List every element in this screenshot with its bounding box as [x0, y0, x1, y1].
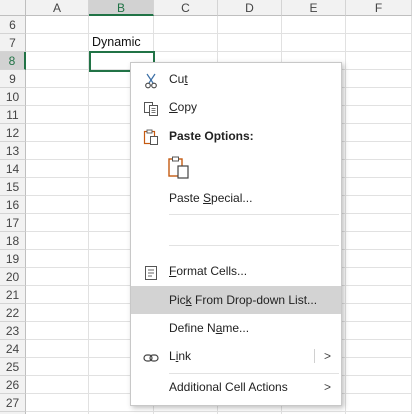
select-all-corner[interactable] [0, 0, 26, 16]
paste-icon [167, 155, 191, 182]
row-header-18[interactable]: 18 [0, 232, 26, 250]
paste-option-keep-source[interactable] [167, 155, 191, 179]
row-header-7[interactable]: 7 [0, 34, 26, 52]
paste-options-header: Paste Options: [169, 129, 254, 143]
column-header-a[interactable]: A [26, 0, 89, 16]
column-header-f[interactable]: F [346, 0, 412, 16]
row-header-27[interactable]: 27 [0, 394, 26, 412]
chevron-right-icon: > [323, 349, 331, 363]
row-header-19[interactable]: 19 [0, 250, 26, 268]
row-header-6[interactable]: 6 [0, 16, 26, 34]
menu-item-paste-special-label: Paste Special... [169, 191, 253, 205]
menu-divider [169, 214, 339, 215]
menu-item-cut-label: Cut [169, 72, 188, 86]
column-header-e[interactable]: E [282, 0, 346, 16]
row-header-24[interactable]: 24 [0, 340, 26, 358]
menu-item-define-name-label: Define Name... [169, 321, 250, 335]
chevron-right-icon: > [323, 380, 331, 394]
menu-item-define-name[interactable]: Define Name... [131, 314, 341, 342]
row-header-22[interactable]: 22 [0, 304, 26, 322]
submenu-separator [314, 349, 315, 363]
row-header-15[interactable]: 15 [0, 178, 26, 196]
scissors-icon [143, 71, 159, 89]
menu-item-additional-cell-actions-label: Additional Cell Actions [169, 380, 288, 394]
menu-item-cut[interactable]: Cut [131, 65, 341, 93]
link-icon [143, 348, 159, 364]
menu-item-format-cells-label: Format Cells... [169, 264, 248, 278]
row-header-14[interactable]: 14 [0, 160, 26, 178]
clipboard-icon [143, 129, 159, 145]
menu-item-copy[interactable]: Copy [131, 93, 341, 121]
menu-item-additional-cell-actions[interactable]: Additional Cell Actions > [131, 373, 341, 401]
menu-item-link[interactable]: Link > [131, 342, 341, 370]
format-cells-icon [143, 263, 159, 280]
column-header-d[interactable]: D [218, 0, 282, 16]
menu-item-pick-from-list-label: Pick From Drop-down List... [169, 293, 318, 307]
row-header-20[interactable]: 20 [0, 268, 26, 286]
context-menu: Cut Copy Paste Options: Paste Special...… [130, 62, 342, 406]
row-header-26[interactable]: 26 [0, 376, 26, 394]
row-header-17[interactable]: 17 [0, 214, 26, 232]
cell-b7[interactable]: Dynamic [92, 35, 141, 49]
menu-item-paste-special[interactable]: Paste Special... [131, 184, 341, 212]
column-header-c[interactable]: C [154, 0, 218, 16]
copy-icon [143, 99, 159, 116]
row-header-12[interactable]: 12 [0, 124, 26, 142]
row-header-21[interactable]: 21 [0, 286, 26, 304]
row-header-23[interactable]: 23 [0, 322, 26, 340]
row-header-8[interactable]: 8 [0, 52, 26, 70]
row-header-9[interactable]: 9 [0, 70, 26, 88]
menu-divider [169, 245, 339, 246]
row-header-11[interactable]: 11 [0, 106, 26, 124]
menu-item-pick-from-drop-down-list[interactable]: Pick From Drop-down List... [131, 286, 341, 314]
menu-item-copy-label: Copy [169, 100, 198, 114]
menu-item-format-cells[interactable]: Format Cells... [131, 257, 341, 285]
column-header-b[interactable]: B [89, 0, 154, 16]
row-header-16[interactable]: 16 [0, 196, 26, 214]
row-header-25[interactable]: 25 [0, 358, 26, 376]
menu-item-link-label: Link [169, 349, 192, 363]
row-header-13[interactable]: 13 [0, 142, 26, 160]
row-header-10[interactable]: 10 [0, 88, 26, 106]
